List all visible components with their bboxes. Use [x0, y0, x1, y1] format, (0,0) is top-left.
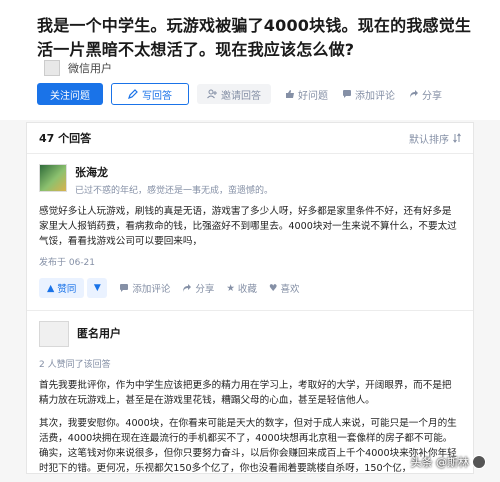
- watermark-text: 头条 @斯林: [410, 456, 470, 469]
- triangle-down-icon: ▼: [93, 283, 101, 293]
- heart-icon: ♥: [268, 282, 278, 294]
- star-icon: ★: [226, 282, 235, 294]
- invite-icon: [207, 89, 217, 99]
- add-comment-label: 添加评论: [355, 90, 395, 102]
- answer-item: 张海龙 已过不惑的年纪，感觉还是一事无成，蛮遗憾的。 感觉好多让人玩游戏，刷钱的…: [27, 164, 473, 311]
- like-button[interactable]: ♥ 喜欢: [268, 281, 300, 296]
- follow-question-button[interactable]: 关注问题: [37, 83, 103, 105]
- downvote-button[interactable]: ▼: [87, 278, 108, 298]
- comment-icon: [342, 89, 352, 99]
- answer-paragraph: 首先我要批评你，作为中学生应该把更多的精力用在学习上，考取好的大学，开阔眼界，而…: [39, 380, 452, 406]
- collect-button[interactable]: ★ 收藏: [226, 281, 257, 296]
- share-label: 分享: [422, 90, 442, 102]
- answer-count: 47 个回答: [39, 132, 92, 145]
- share-label: 分享: [195, 284, 215, 295]
- comment-label: 添加评论: [132, 284, 171, 295]
- answer-item: 匿名用户 2 人赞同了该回答 首先我要批评你，作为中学生应该把更多的精力用在学习…: [27, 321, 473, 474]
- watermark-logo-icon: [472, 455, 486, 469]
- sort-label: 默认排序: [409, 134, 449, 146]
- write-answer-label: 写回答: [142, 90, 172, 102]
- asker-avatar[interactable]: [44, 60, 60, 76]
- sort-icon: [453, 133, 461, 143]
- question-actions: 关注问题 写回答 邀请回答 好问题 添加评论 分享: [37, 83, 442, 105]
- answers-header: 47 个回答 默认排序: [27, 123, 473, 154]
- share-button[interactable]: 分享: [182, 281, 214, 295]
- add-comment-button[interactable]: 添加评论: [342, 87, 395, 102]
- author-name[interactable]: 张海龙: [75, 164, 273, 180]
- avatar: [39, 321, 69, 347]
- avatar[interactable]: [39, 164, 67, 192]
- share-icon: [409, 89, 419, 99]
- answer-paragraph: 其次，我要安慰你。4000块，在你看来可能是天大的数字，但对于成人来说，可能只是…: [39, 418, 457, 474]
- upvote-count: 2 人赞同了该回答: [39, 360, 111, 370]
- divider: [27, 310, 473, 311]
- thumb-up-icon: [285, 89, 295, 99]
- collect-label: 收藏: [237, 284, 257, 295]
- answer-author: 张海龙 已过不惑的年纪，感觉还是一事无成，蛮遗憾的。: [39, 164, 461, 196]
- watermark: 头条 @斯林: [410, 454, 486, 470]
- upvote-label: 赞同: [57, 284, 77, 295]
- asker-name[interactable]: 微信用户: [68, 60, 112, 76]
- answer-toolbar: ▲ 赞同 ▼ 添加评论 分享 ★ 收藏 ♥ 喜欢: [39, 278, 461, 298]
- share-icon: [182, 283, 192, 293]
- triangle-up-icon: ▲: [47, 282, 55, 294]
- invite-answer-label: 邀请回答: [221, 90, 261, 102]
- asker-info[interactable]: 微信用户: [44, 60, 112, 76]
- sort-selector[interactable]: 默认排序: [409, 131, 461, 146]
- answers-card: 47 个回答 默认排序 张海龙 已过不惑的年纪，感觉还是一事无成，蛮遗憾的。 感…: [26, 122, 474, 474]
- good-question-label: 好问题: [298, 90, 328, 102]
- like-label: 喜欢: [280, 284, 300, 295]
- author-bio: 已过不惑的年纪，感觉还是一事无成，蛮遗憾的。: [75, 186, 274, 196]
- comment-icon: [119, 283, 129, 293]
- pencil-icon: [128, 89, 138, 99]
- answer-content: 感觉好多让人玩游戏，刷钱的真是无语，游戏害了多少人呀，好多都是家里条件不好，还有…: [39, 206, 457, 247]
- vote-group: ▲ 赞同 ▼: [39, 278, 108, 298]
- share-button[interactable]: 分享: [409, 87, 442, 102]
- author-name: 匿名用户: [77, 327, 121, 340]
- good-question-button[interactable]: 好问题: [285, 87, 328, 102]
- question-title: 我是一个中学生。玩游戏被骗了4000块钱。现在的我感觉生活一片黑暗不太想活了。现…: [37, 16, 472, 59]
- write-answer-button[interactable]: 写回答: [111, 83, 189, 105]
- comment-button[interactable]: 添加评论: [119, 281, 170, 295]
- answer-author: 匿名用户: [39, 321, 461, 347]
- invite-answer-button[interactable]: 邀请回答: [197, 84, 271, 104]
- upvote-button[interactable]: ▲ 赞同: [39, 278, 85, 298]
- publish-date: 发布于 06-21: [39, 258, 96, 268]
- question-header: 我是一个中学生。玩游戏被骗了4000块钱。现在的我感觉生活一片黑暗不太想活了。现…: [0, 0, 500, 120]
